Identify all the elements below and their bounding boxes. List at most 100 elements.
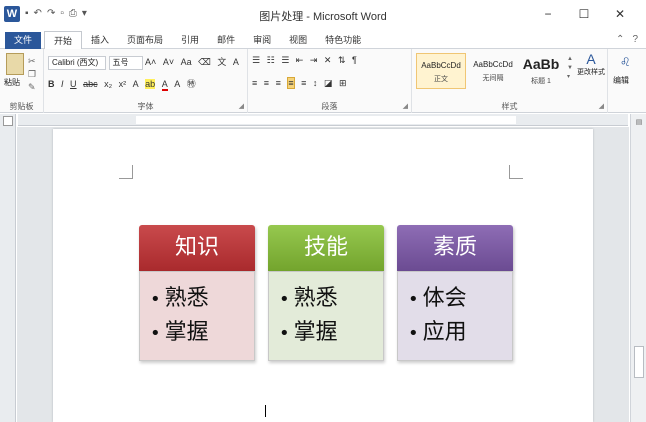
grow-font-icon[interactable]: A˄ xyxy=(145,57,156,67)
ribbon-tab-row: 文件 开始 插入 页面布局 引用 邮件 审阅 视图 特色功能 ⌃ ? xyxy=(0,31,646,50)
tab-home[interactable]: 开始 xyxy=(44,31,83,50)
tab-special-features[interactable]: 特色功能 xyxy=(316,31,370,49)
tab-review[interactable]: 审阅 xyxy=(244,31,280,49)
smartart-card-skills[interactable]: 技能 熟悉 掌握 xyxy=(268,225,384,361)
line-spacing-icon[interactable]: ↕ xyxy=(313,78,318,88)
font-dialog-launcher-icon[interactable]: ◢ xyxy=(239,102,244,110)
distributed-icon[interactable]: ≡ xyxy=(301,78,306,88)
collapse-ribbon-icon[interactable]: ⌃ xyxy=(616,34,624,45)
file-tab[interactable]: 文件 xyxy=(5,32,41,49)
style-heading-1[interactable]: AaBb 标题 1 xyxy=(516,53,566,89)
shading-icon[interactable]: ◪ xyxy=(324,78,333,89)
change-styles-icon: A xyxy=(586,51,596,67)
tab-page-layout[interactable]: 页面布局 xyxy=(118,31,172,49)
tab-selector-button[interactable] xyxy=(3,116,13,126)
card-body[interactable]: 熟悉 掌握 xyxy=(268,271,384,361)
char-border-icon[interactable]: A xyxy=(233,57,239,67)
editing-label: 编辑 xyxy=(613,76,629,85)
chinese-layout-icon[interactable]: ✕ xyxy=(324,55,332,66)
bullets-icon[interactable]: ☰ xyxy=(252,55,260,66)
align-right-icon[interactable]: ≡ xyxy=(276,78,281,88)
style-normal[interactable]: AaBbCcDd 正文 xyxy=(416,53,466,89)
smartart-card-quality[interactable]: 素质 体会 应用 xyxy=(397,225,513,361)
close-button[interactable]: ✕ xyxy=(602,4,638,24)
clear-format-icon[interactable]: ⌫ xyxy=(198,57,211,68)
sort-icon[interactable]: ⇅ xyxy=(338,55,346,66)
change-styles-button[interactable]: A 更改样式 xyxy=(576,51,606,77)
paste-icon[interactable] xyxy=(6,53,24,75)
bold-icon[interactable]: B xyxy=(48,79,55,89)
card-bullet[interactable]: 熟悉 xyxy=(279,282,383,316)
help-icon[interactable]: ? xyxy=(632,34,638,45)
change-case-icon[interactable]: Aa xyxy=(181,57,192,67)
style-no-spacing[interactable]: AaBbCcDd 无间隔 xyxy=(468,53,518,89)
smartart-card-knowledge[interactable]: 知识 熟悉 掌握 xyxy=(139,225,255,361)
paragraph-dialog-launcher-icon[interactable]: ◢ xyxy=(403,102,408,110)
align-center-icon[interactable]: ≡ xyxy=(264,78,269,88)
maximize-button[interactable]: ☐ xyxy=(566,4,602,24)
copy-icon[interactable]: ❐ xyxy=(28,68,36,81)
subscript-icon[interactable]: x₂ xyxy=(104,79,112,89)
margin-corner-top-right xyxy=(509,165,523,179)
paragraph-group-label: 段落 xyxy=(321,102,338,111)
margin-corner-top-left xyxy=(119,165,133,179)
phonetic-guide-icon[interactable]: 文 xyxy=(217,55,226,68)
styles-group: AaBbCcDd 正文 AaBbCcDd 无间隔 AaBb 标题 1 ▲ ▼ ▾ A… xyxy=(412,49,608,113)
find-icon: ♌ xyxy=(620,55,631,69)
decrease-indent-icon[interactable]: ⇤ xyxy=(296,55,304,66)
card-title[interactable]: 技能 xyxy=(268,225,384,271)
format-painter-icon[interactable]: ✎ xyxy=(28,81,36,94)
numbering-icon[interactable]: ☷ xyxy=(267,55,275,66)
card-bullet[interactable]: 体会 xyxy=(408,282,512,316)
tab-view[interactable]: 视图 xyxy=(280,31,316,49)
style-normal-sample: AaBbCcDd xyxy=(421,61,461,70)
minimize-button[interactable]: − xyxy=(530,4,566,24)
shrink-font-icon[interactable]: A˅ xyxy=(163,57,174,67)
document-page[interactable]: 知识 熟悉 掌握 技能 熟悉 掌握 素质 体会 应用 xyxy=(53,129,593,422)
font-group-label: 字体 xyxy=(137,102,154,111)
document-workspace: 知识 熟悉 掌握 技能 熟悉 掌握 素质 体会 应用 xyxy=(17,127,629,422)
underline-icon[interactable]: U xyxy=(70,79,77,89)
tab-insert[interactable]: 插入 xyxy=(82,31,118,49)
font-name-select[interactable]: Calibri (西文) xyxy=(48,56,106,70)
vertical-scrollbar[interactable]: ▤ xyxy=(630,114,646,422)
highlight-icon[interactable]: ab xyxy=(145,79,156,89)
vertical-ruler xyxy=(0,114,16,422)
tab-references[interactable]: 引用 xyxy=(172,31,208,49)
scrollbar-thumb[interactable] xyxy=(634,346,644,378)
styles-dialog-launcher-icon[interactable]: ◢ xyxy=(599,102,604,110)
font-size-select[interactable]: 五号 xyxy=(108,56,143,70)
editing-group[interactable]: ♌ 编辑 xyxy=(608,49,646,113)
style-no-spacing-sample: AaBbCcDd xyxy=(473,60,513,69)
change-styles-label: 更改样式 xyxy=(577,69,605,76)
italic-icon[interactable]: I xyxy=(61,79,64,89)
strikethrough-icon[interactable]: abc xyxy=(83,79,98,89)
char-shading-icon[interactable]: A xyxy=(174,79,180,89)
styles-scroll[interactable]: ▲ ▼ ▾ xyxy=(567,55,573,82)
card-bullet[interactable]: 熟悉 xyxy=(150,282,254,316)
card-title[interactable]: 素质 xyxy=(397,225,513,271)
card-body[interactable]: 体会 应用 xyxy=(397,271,513,361)
card-bullet[interactable]: 掌握 xyxy=(279,316,383,350)
card-bullet[interactable]: 应用 xyxy=(408,316,512,350)
cut-icon[interactable]: ✂ xyxy=(28,55,36,68)
paste-button-label[interactable]: 粘贴 xyxy=(4,77,20,88)
card-body[interactable]: 熟悉 掌握 xyxy=(139,271,255,361)
text-effects-icon[interactable]: A xyxy=(133,79,139,89)
borders-icon[interactable]: ⊞ xyxy=(339,78,347,89)
clipboard-group-label: 剪贴板 xyxy=(9,102,34,111)
card-title[interactable]: 知识 xyxy=(139,225,255,271)
increase-indent-icon[interactable]: ⇥ xyxy=(310,55,318,66)
justify-icon[interactable]: ≡ xyxy=(287,77,295,89)
multilevel-list-icon[interactable]: ☰ xyxy=(281,55,289,66)
styles-group-label: 样式 xyxy=(501,102,518,111)
show-marks-icon[interactable]: ¶ xyxy=(352,55,357,65)
align-left-icon[interactable]: ≡ xyxy=(252,78,257,88)
card-bullet[interactable]: 掌握 xyxy=(150,316,254,350)
enclose-char-icon[interactable]: ㊕ xyxy=(187,77,196,90)
superscript-icon[interactable]: x² xyxy=(119,79,127,89)
horizontal-ruler[interactable] xyxy=(18,114,628,126)
font-color-icon[interactable]: A xyxy=(161,79,168,91)
view-ruler-icon[interactable]: ▤ xyxy=(634,118,644,128)
tab-mailings[interactable]: 邮件 xyxy=(208,31,244,49)
